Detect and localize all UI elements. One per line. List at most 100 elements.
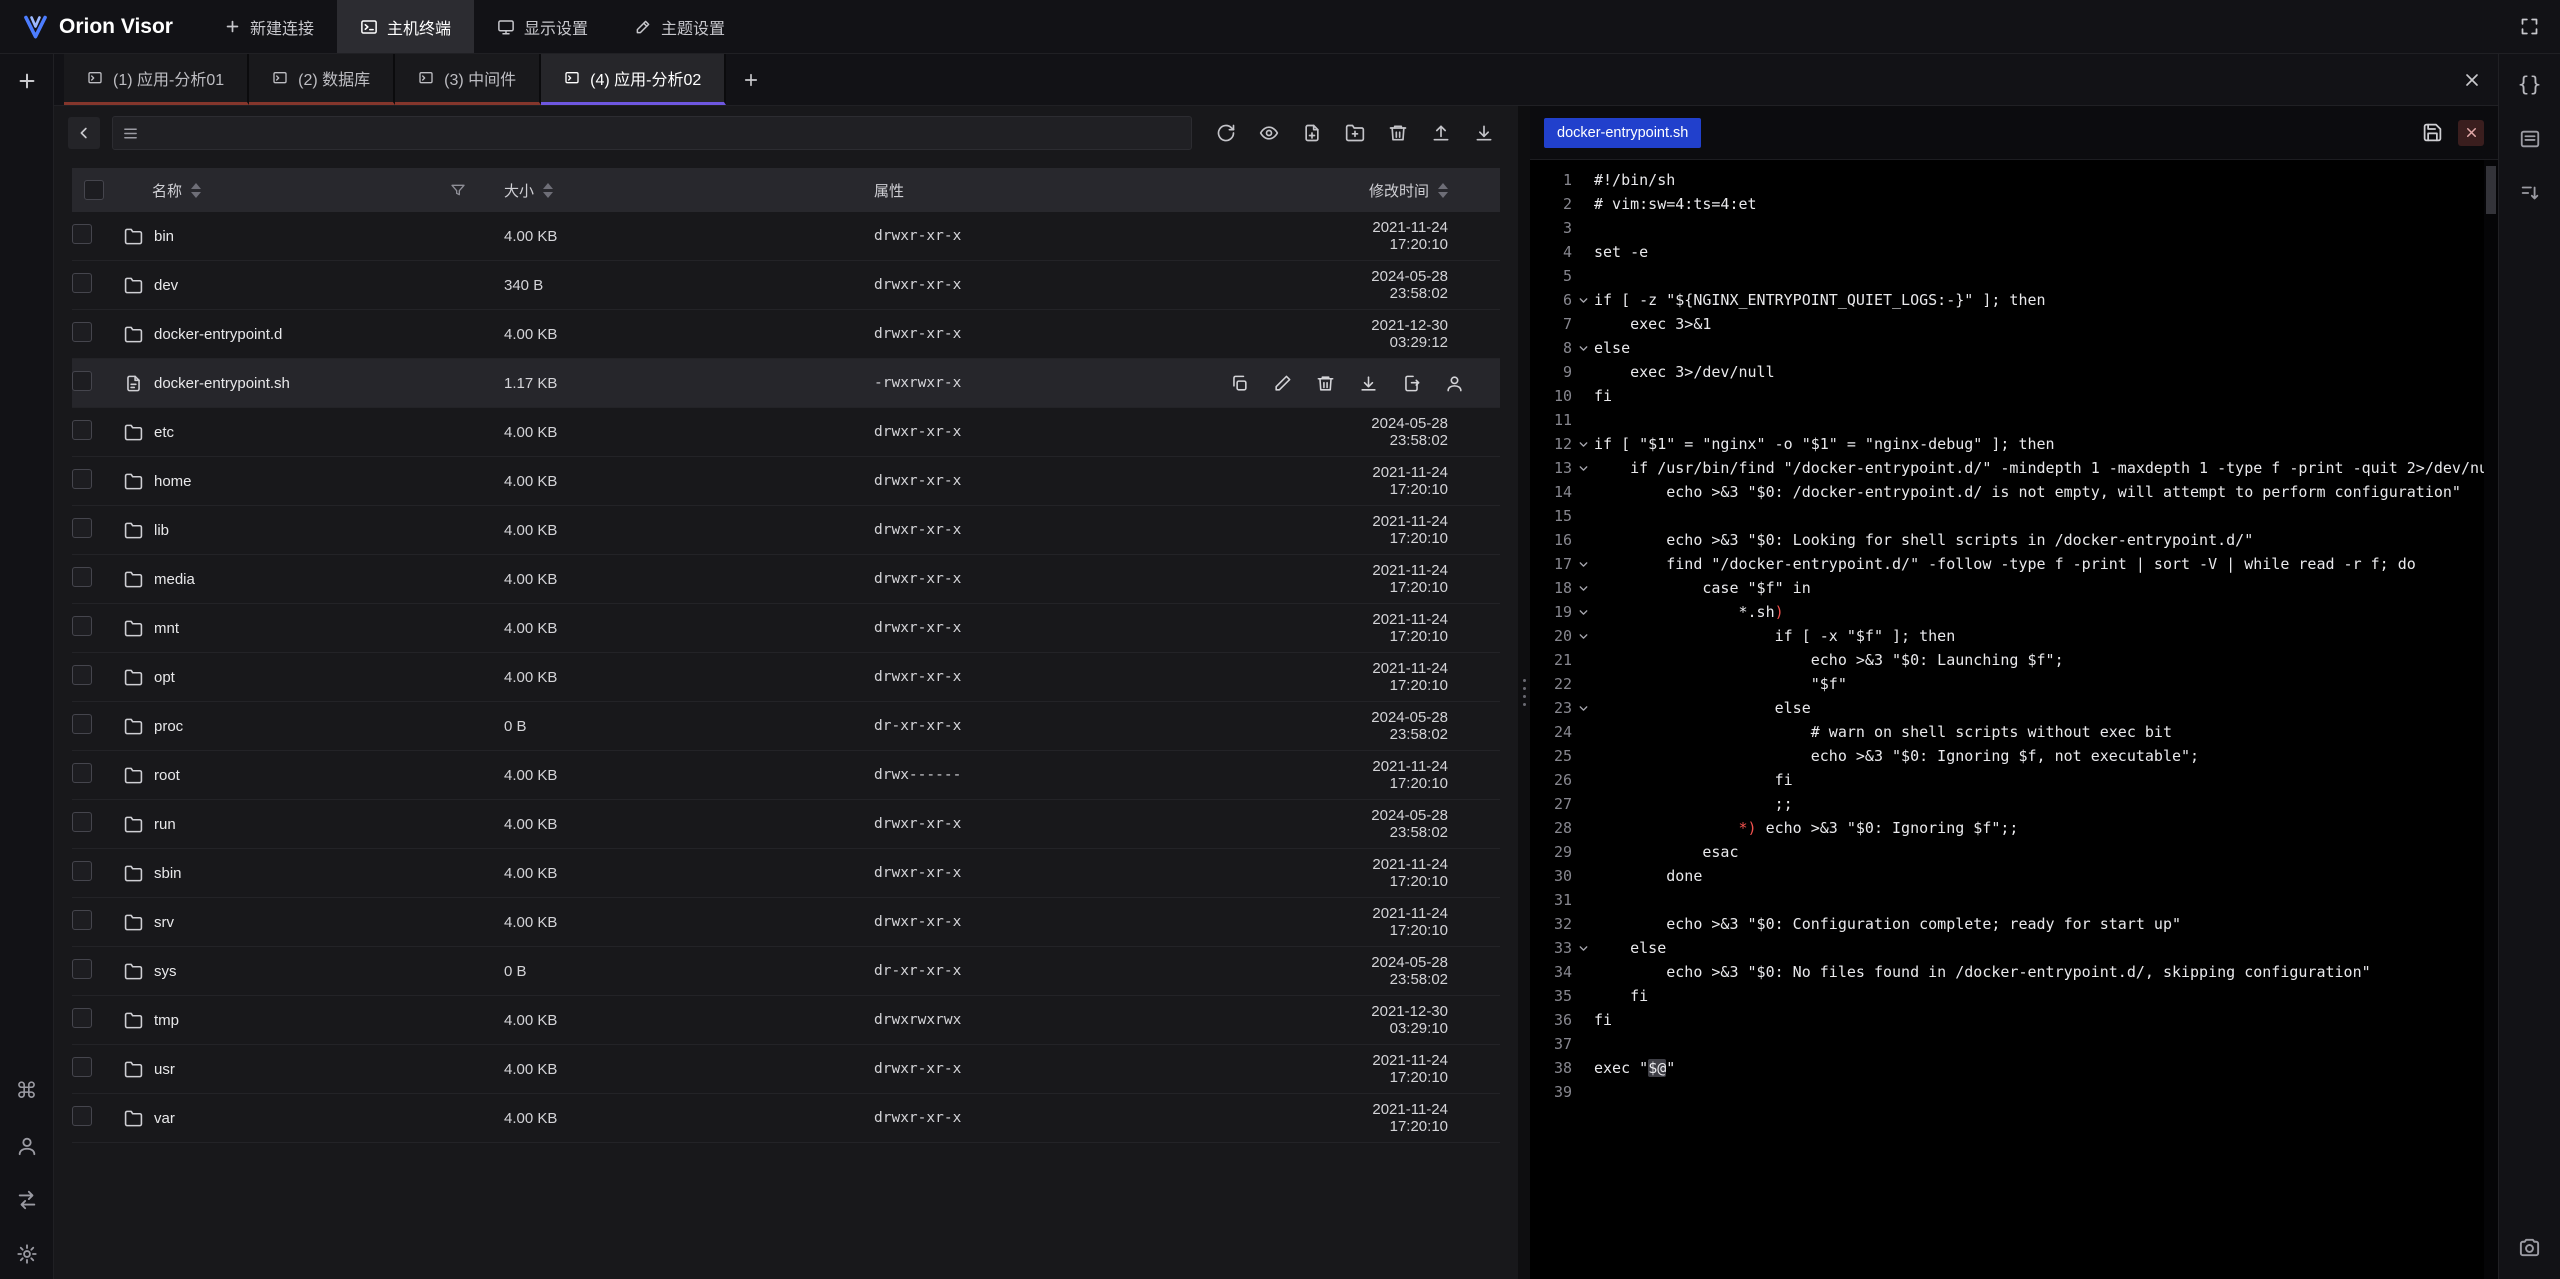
file-name[interactable]: tmp bbox=[154, 1012, 179, 1029]
file-row[interactable]: bin4.00 KBdrwxr-xr-x2021-11-24 17:20:10 bbox=[72, 212, 1500, 261]
file-row[interactable]: sys0 Bdr-xr-xr-x2024-05-28 23:58:02 bbox=[72, 947, 1500, 996]
file-row[interactable]: usr4.00 KBdrwxr-xr-x2021-11-24 17:20:10 bbox=[72, 1045, 1500, 1094]
file-row[interactable]: tmp4.00 KBdrwxrwxrwx2021-12-30 03:29:10 bbox=[72, 996, 1500, 1045]
download-icon[interactable] bbox=[1359, 374, 1378, 393]
fold-chevron-icon[interactable] bbox=[1572, 288, 1594, 312]
file-name[interactable]: bin bbox=[154, 228, 174, 245]
file-name[interactable]: media bbox=[154, 571, 195, 588]
row-checkbox[interactable] bbox=[72, 1057, 92, 1077]
file-row[interactable]: docker-entrypoint.d4.00 KBdrwxr-xr-x2021… bbox=[72, 310, 1500, 359]
row-checkbox[interactable] bbox=[72, 959, 92, 979]
row-checkbox[interactable] bbox=[72, 812, 92, 832]
file-row[interactable]: docker-entrypoint.sh1.17 KB-rwxrwxr-x bbox=[72, 359, 1500, 408]
fold-chevron-icon[interactable] bbox=[1572, 576, 1594, 600]
path-input[interactable] bbox=[148, 125, 1182, 142]
file-row[interactable]: srv4.00 KBdrwxr-xr-x2021-11-24 17:20:10 bbox=[72, 898, 1500, 947]
new-folder-icon[interactable] bbox=[1345, 123, 1365, 143]
download-icon[interactable] bbox=[1474, 123, 1494, 143]
row-checkbox[interactable] bbox=[72, 273, 92, 293]
close-panel-icon[interactable] bbox=[2462, 70, 2482, 90]
file-row[interactable]: proc0 Bdr-xr-xr-x2024-05-28 23:58:02 bbox=[72, 702, 1500, 751]
save-icon[interactable] bbox=[2422, 122, 2443, 143]
file-row[interactable]: home4.00 KBdrwxr-xr-x2021-11-24 17:20:10 bbox=[72, 457, 1500, 506]
list-icon[interactable] bbox=[122, 125, 139, 142]
command-icon[interactable]: ⌘ bbox=[16, 1081, 38, 1103]
file-name[interactable]: lib bbox=[154, 522, 169, 539]
tab-middleware[interactable]: (3) 中间件 bbox=[395, 54, 541, 105]
delete-icon[interactable] bbox=[1316, 374, 1335, 393]
row-checkbox[interactable] bbox=[72, 763, 92, 783]
file-row[interactable]: lib4.00 KBdrwxr-xr-x2021-11-24 17:20:10 bbox=[72, 506, 1500, 555]
editor-filename-tab[interactable]: docker-entrypoint.sh bbox=[1544, 118, 1701, 148]
file-name[interactable]: root bbox=[154, 767, 180, 784]
file-name[interactable]: docker-entrypoint.d bbox=[154, 326, 282, 343]
file-name[interactable]: sys bbox=[154, 963, 177, 980]
file-row[interactable]: root4.00 KBdrwx------2021-11-24 17:20:10 bbox=[72, 751, 1500, 800]
row-checkbox[interactable] bbox=[72, 518, 92, 538]
file-name[interactable]: docker-entrypoint.sh bbox=[154, 375, 290, 392]
row-checkbox[interactable] bbox=[72, 420, 92, 440]
fold-chevron-icon[interactable] bbox=[1572, 624, 1594, 648]
file-row[interactable]: sbin4.00 KBdrwxr-xr-x2021-11-24 17:20:10 bbox=[72, 849, 1500, 898]
fold-chevron-icon[interactable] bbox=[1572, 600, 1594, 624]
row-checkbox[interactable] bbox=[72, 1008, 92, 1028]
row-checkbox[interactable] bbox=[72, 1106, 92, 1126]
row-checkbox[interactable] bbox=[72, 224, 92, 244]
file-name[interactable]: etc bbox=[154, 424, 174, 441]
row-checkbox[interactable] bbox=[72, 861, 92, 881]
file-name[interactable]: mnt bbox=[154, 620, 179, 637]
file-name[interactable]: dev bbox=[154, 277, 178, 294]
new-tab-button[interactable] bbox=[726, 54, 776, 105]
permission-icon[interactable] bbox=[1445, 374, 1464, 393]
file-row[interactable]: mnt4.00 KBdrwxr-xr-x2021-11-24 17:20:10 bbox=[72, 604, 1500, 653]
tab-app-analysis-01[interactable]: (1) 应用-分析01 bbox=[64, 54, 249, 105]
fold-chevron-icon[interactable] bbox=[1572, 936, 1594, 960]
row-checkbox[interactable] bbox=[72, 567, 92, 587]
path-address-bar[interactable] bbox=[112, 116, 1192, 150]
row-checkbox[interactable] bbox=[72, 910, 92, 930]
copy-icon[interactable] bbox=[1230, 374, 1249, 393]
file-name[interactable]: var bbox=[154, 1110, 175, 1127]
file-row[interactable]: etc4.00 KBdrwxr-xr-x2024-05-28 23:58:02 bbox=[72, 408, 1500, 457]
tab-database[interactable]: (2) 数据库 bbox=[249, 54, 395, 105]
code-editor[interactable]: 1#!/bin/sh2# vim:sw=4:ts=4:et34set -e56i… bbox=[1530, 160, 2484, 1279]
tab-app-analysis-02[interactable]: (4) 应用-分析02 bbox=[541, 54, 726, 105]
row-checkbox[interactable] bbox=[72, 665, 92, 685]
row-checkbox[interactable] bbox=[72, 371, 92, 391]
edit-icon[interactable] bbox=[1273, 374, 1292, 393]
file-name[interactable]: run bbox=[154, 816, 176, 833]
switch-icon[interactable] bbox=[16, 1189, 38, 1211]
sort-size-icon[interactable] bbox=[543, 183, 553, 198]
file-name[interactable]: srv bbox=[154, 914, 174, 931]
editor-scrollbar[interactable] bbox=[2484, 160, 2498, 1279]
fold-chevron-icon[interactable] bbox=[1572, 696, 1594, 720]
fullscreen-icon[interactable] bbox=[2519, 16, 2540, 37]
menu-new-connection[interactable]: 新建连接 bbox=[201, 0, 337, 53]
preview-eye-icon[interactable] bbox=[1259, 123, 1279, 143]
settings-gear-icon[interactable] bbox=[16, 1243, 38, 1265]
host-list-icon[interactable] bbox=[2519, 128, 2541, 150]
camera-icon[interactable] bbox=[2518, 1236, 2541, 1259]
file-row[interactable]: media4.00 KBdrwxr-xr-x2021-11-24 17:20:1… bbox=[72, 555, 1500, 604]
filter-icon[interactable] bbox=[450, 182, 466, 198]
sort-order-icon[interactable] bbox=[2519, 182, 2541, 204]
row-checkbox[interactable] bbox=[72, 322, 92, 342]
file-row[interactable]: var4.00 KBdrwxr-xr-x2021-11-24 17:20:10 bbox=[72, 1094, 1500, 1143]
user-icon[interactable] bbox=[16, 1135, 38, 1157]
sort-mtime-icon[interactable] bbox=[1438, 183, 1448, 198]
delete-icon[interactable] bbox=[1388, 123, 1408, 143]
back-button[interactable] bbox=[68, 117, 100, 149]
file-row[interactable]: dev340 Bdrwxr-xr-x2024-05-28 23:58:02 bbox=[72, 261, 1500, 310]
fold-chevron-icon[interactable] bbox=[1572, 432, 1594, 456]
file-name[interactable]: opt bbox=[154, 669, 175, 686]
row-checkbox[interactable] bbox=[72, 714, 92, 734]
brand[interactable]: Orion Visor bbox=[0, 0, 201, 53]
file-row[interactable]: opt4.00 KBdrwxr-xr-x2021-11-24 17:20:10 bbox=[72, 653, 1500, 702]
menu-theme-settings[interactable]: 主题设置 bbox=[611, 0, 748, 53]
file-name[interactable]: usr bbox=[154, 1061, 175, 1078]
braces-icon[interactable]: {} bbox=[2517, 72, 2541, 96]
rail-plus-button[interactable] bbox=[16, 70, 38, 92]
close-editor-icon[interactable] bbox=[2458, 120, 2484, 146]
fold-chevron-icon[interactable] bbox=[1572, 456, 1594, 480]
refresh-icon[interactable] bbox=[1216, 123, 1236, 143]
